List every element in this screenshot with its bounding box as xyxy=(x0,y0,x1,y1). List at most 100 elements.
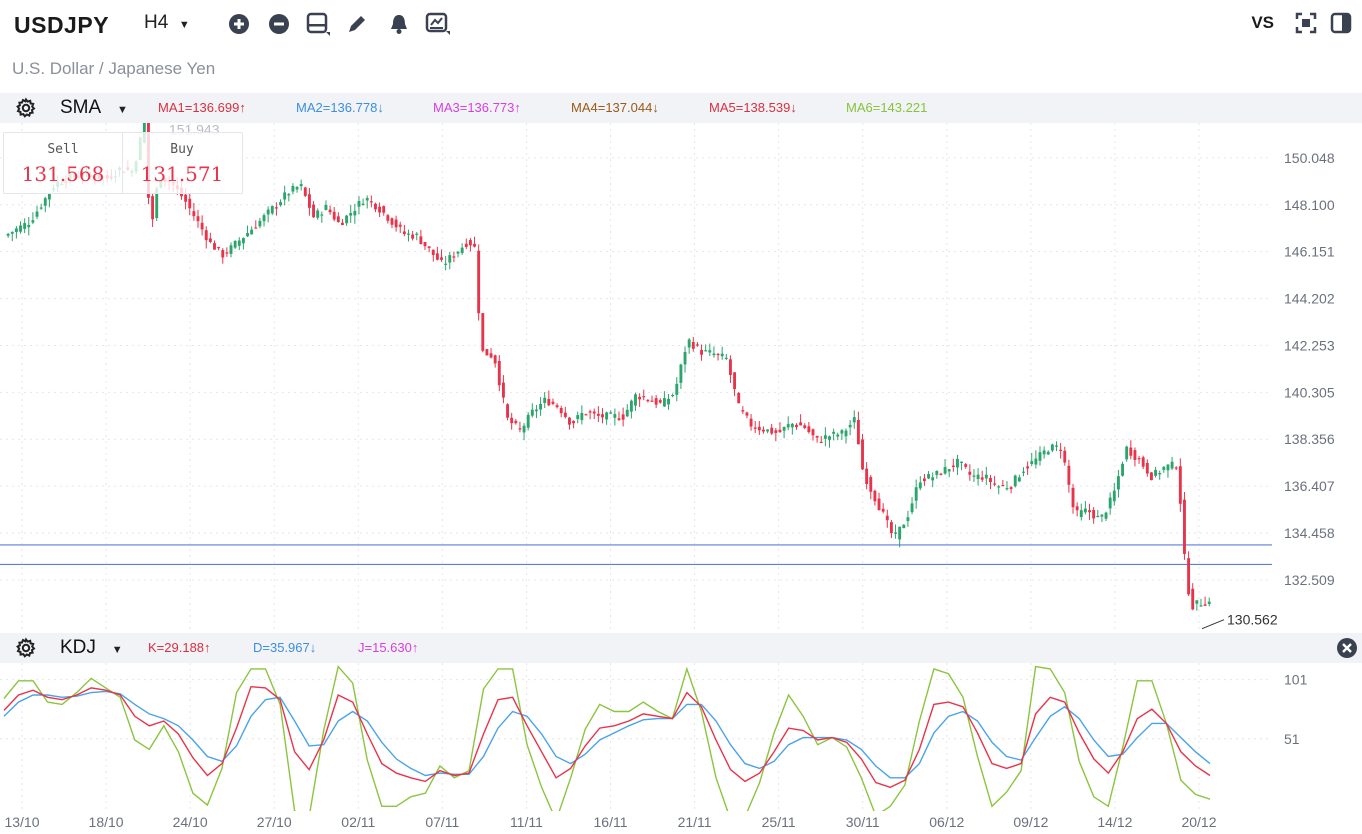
candle xyxy=(407,233,410,235)
candle xyxy=(262,215,266,222)
candle xyxy=(720,353,724,357)
candle xyxy=(411,234,415,239)
candle xyxy=(1195,600,1199,604)
y-tick-label: 138.356 xyxy=(1284,431,1335,447)
candle xyxy=(1199,605,1203,607)
candle xyxy=(493,355,497,364)
candle xyxy=(208,238,212,242)
candle xyxy=(547,398,551,406)
timeframe-label: H4 xyxy=(144,12,169,33)
candle xyxy=(922,478,926,482)
candle xyxy=(456,251,460,254)
candle xyxy=(402,231,406,235)
zoom-in-icon[interactable] xyxy=(226,11,252,37)
candle xyxy=(307,194,311,208)
candle xyxy=(43,198,47,206)
sub-indicator-selector[interactable]: KDJ ▼ xyxy=(60,637,123,659)
main-indicator-name: SMA xyxy=(60,97,102,118)
x-tick-label: 25/11 xyxy=(762,814,796,830)
candle xyxy=(1092,510,1096,519)
low-marker-line xyxy=(1201,619,1225,630)
candle xyxy=(27,224,31,228)
candle xyxy=(229,245,233,254)
zoom-out-icon[interactable] xyxy=(266,11,292,37)
candle xyxy=(902,524,906,529)
kdj-chart[interactable]: 101 51 xyxy=(0,663,1362,811)
candle xyxy=(650,400,654,402)
candle xyxy=(1145,462,1149,474)
timeframe-selector[interactable]: H4 ▼ xyxy=(144,12,190,34)
candle xyxy=(1055,445,1058,447)
candle xyxy=(378,206,382,213)
candle xyxy=(712,353,716,356)
candle xyxy=(188,198,192,209)
candle xyxy=(530,409,534,416)
candle xyxy=(1096,515,1100,518)
ma6-value: MA6=143.221 xyxy=(846,100,928,115)
candle xyxy=(47,193,51,200)
candle xyxy=(497,360,501,386)
candle xyxy=(246,233,249,237)
candle xyxy=(728,359,732,376)
indicator-chart-icon[interactable] xyxy=(425,11,451,37)
candle xyxy=(1034,458,1038,465)
candle xyxy=(184,194,188,202)
candle xyxy=(316,210,320,218)
close-icon[interactable] xyxy=(1336,637,1358,664)
alert-bell-icon[interactable] xyxy=(386,11,412,37)
fullscreen-icon[interactable] xyxy=(1293,10,1319,36)
y-tick-label: 132.509 xyxy=(1284,572,1335,588)
candle xyxy=(918,482,922,489)
main-indicator-selector[interactable]: SMA ▼ xyxy=(60,97,128,119)
d-value: D=35.967↓ xyxy=(253,640,317,655)
candle xyxy=(283,192,287,200)
candle xyxy=(1121,463,1124,476)
gear-icon[interactable] xyxy=(15,97,37,124)
candle xyxy=(993,483,997,485)
candle xyxy=(543,397,547,403)
candle xyxy=(675,383,679,395)
candle xyxy=(485,349,489,356)
sell-label: Sell xyxy=(47,142,79,157)
compare-button[interactable]: VS xyxy=(1251,13,1274,33)
panel-toggle-icon[interactable] xyxy=(1328,10,1354,36)
gear-icon[interactable] xyxy=(15,637,37,664)
candle xyxy=(559,408,563,414)
y-tick-label: 144.202 xyxy=(1284,291,1335,307)
price-chart[interactable]: 150.048 148.100 146.151 144.202 142.253 140.3… xyxy=(0,123,1362,633)
candle xyxy=(572,420,576,424)
candle xyxy=(687,339,691,348)
candle xyxy=(221,250,225,258)
candle xyxy=(394,219,398,228)
sell-button[interactable]: Sell 131.568 xyxy=(4,133,123,193)
candle xyxy=(968,471,972,475)
candle xyxy=(956,458,959,468)
candle xyxy=(398,224,402,227)
candle xyxy=(23,223,27,229)
candle xyxy=(1009,487,1013,489)
candle xyxy=(341,222,344,226)
layout-icon[interactable] xyxy=(305,11,331,37)
candle xyxy=(840,430,844,434)
candle xyxy=(691,341,695,349)
candle xyxy=(1042,450,1046,455)
candle xyxy=(1178,466,1182,504)
candle xyxy=(741,410,745,412)
candle xyxy=(427,246,431,249)
candle xyxy=(266,209,270,215)
draw-pencil-icon[interactable] xyxy=(344,11,370,37)
candle xyxy=(815,435,819,438)
candle xyxy=(539,403,543,410)
ma4-value: MA4=137.044↓ xyxy=(571,100,659,115)
candle xyxy=(361,203,365,206)
candle xyxy=(192,211,196,217)
candle xyxy=(1129,447,1133,456)
buy-button[interactable]: Buy 131.571 xyxy=(123,133,241,193)
candle xyxy=(778,429,782,432)
candle xyxy=(609,412,613,414)
candle xyxy=(588,411,592,413)
candle xyxy=(753,427,757,429)
candle xyxy=(960,461,964,464)
candle xyxy=(667,398,670,405)
candle xyxy=(865,468,869,484)
